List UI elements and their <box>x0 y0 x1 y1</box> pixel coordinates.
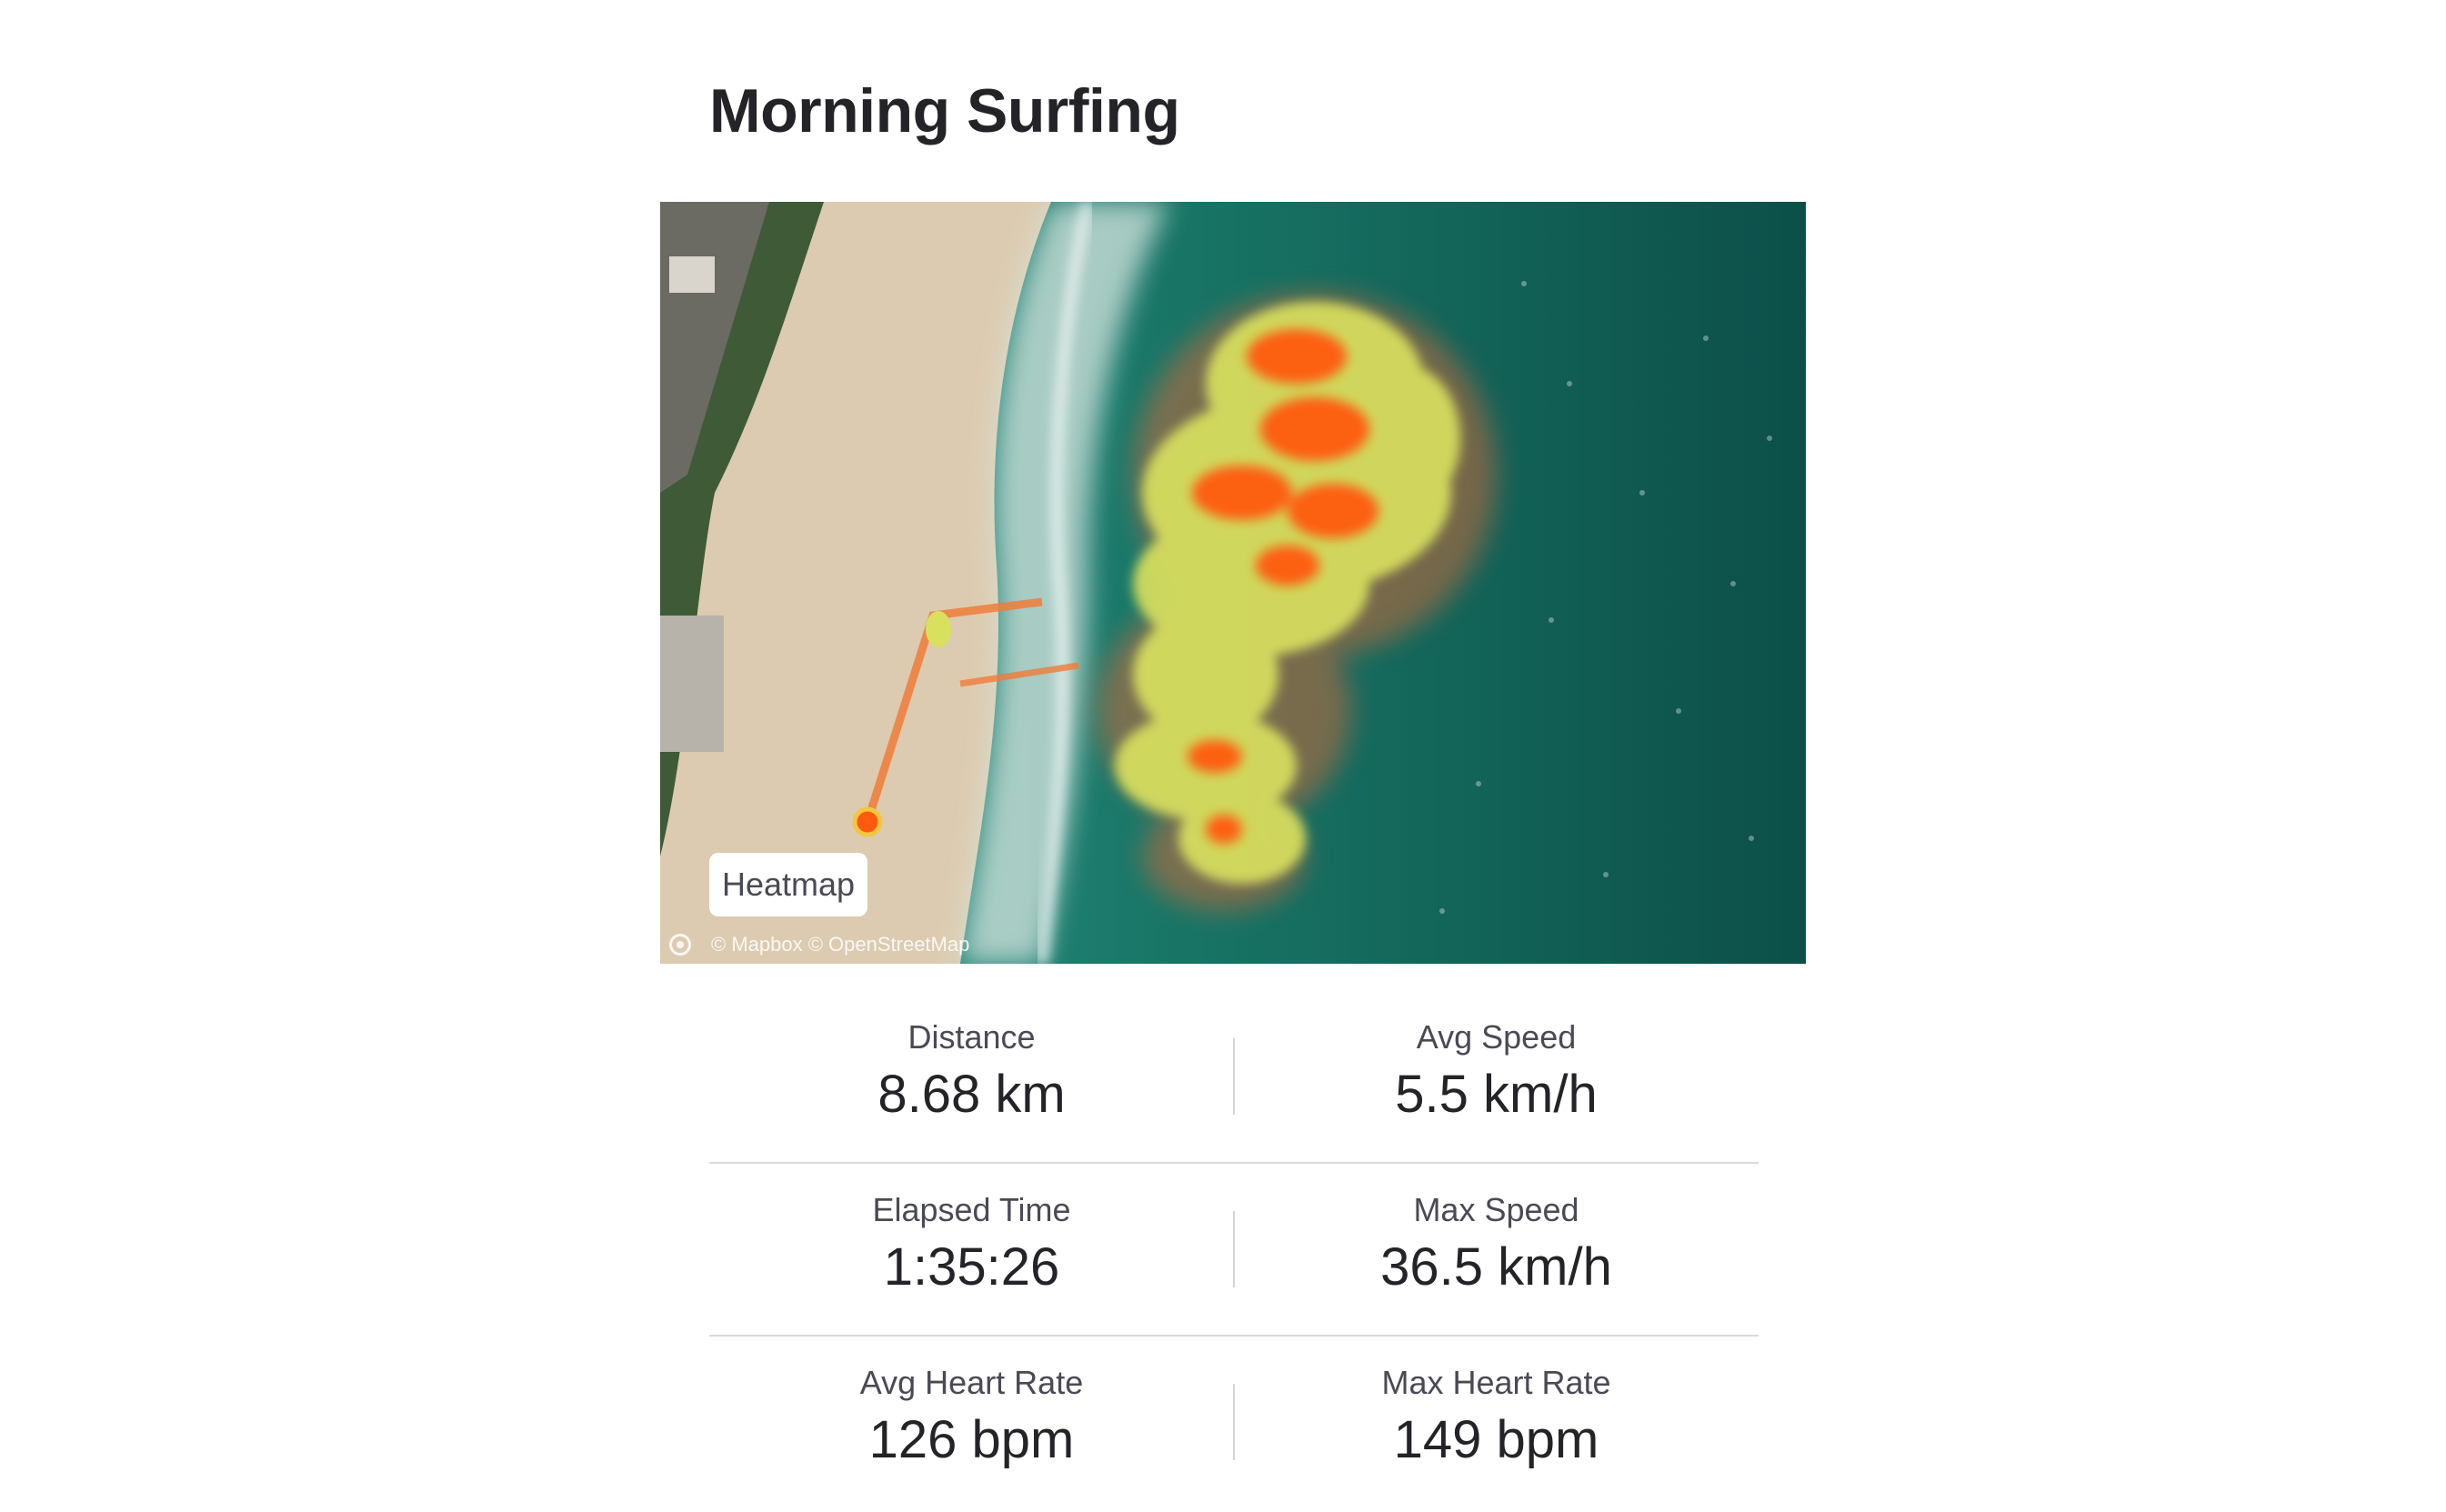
mapbox-logo-icon[interactable] <box>669 934 691 956</box>
stats-row-time-max-speed: Elapsed Time 1:35:26 Max Speed 36.5 km/h <box>709 1164 1759 1337</box>
satellite-heatmap-image <box>660 202 1806 964</box>
stat-value: 8.68 km <box>877 1065 1066 1124</box>
stat-value: 36.5 km/h <box>1380 1237 1612 1297</box>
activity-map[interactable]: Heatmap © Mapbox © OpenStreetMap <box>660 202 1806 964</box>
stat-label: Elapsed Time <box>872 1191 1071 1228</box>
stat-avg-heart-rate: Avg Heart Rate 126 bpm <box>709 1337 1234 1509</box>
attribution-text[interactable]: © Mapbox © OpenStreetMap <box>711 933 969 956</box>
map-attribution: © Mapbox © OpenStreetMap <box>669 929 969 960</box>
heatmap-toggle-button[interactable]: Heatmap <box>709 853 868 916</box>
page-title: Morning Surfing <box>709 76 1180 145</box>
stat-value: 5.5 km/h <box>1395 1065 1598 1124</box>
activity-stats: Distance 8.68 km Avg Speed 5.5 km/h Elap… <box>709 991 1759 1509</box>
stat-max-heart-rate: Max Heart Rate 149 bpm <box>1234 1337 1759 1509</box>
stat-distance: Distance 8.68 km <box>709 991 1234 1162</box>
stat-label: Max Speed <box>1413 1191 1579 1228</box>
stat-avg-speed: Avg Speed 5.5 km/h <box>1234 991 1759 1162</box>
stats-row-distance-speed: Distance 8.68 km Avg Speed 5.5 km/h <box>709 991 1759 1164</box>
stat-max-speed: Max Speed 36.5 km/h <box>1234 1164 1759 1335</box>
stat-label: Avg Speed <box>1416 1018 1577 1056</box>
stat-label: Avg Heart Rate <box>859 1364 1084 1401</box>
stat-label: Max Heart Rate <box>1381 1364 1611 1401</box>
stat-value: 126 bpm <box>868 1410 1075 1469</box>
stat-value: 149 bpm <box>1393 1410 1599 1469</box>
stat-value: 1:35:26 <box>883 1237 1060 1297</box>
stat-label: Distance <box>907 1018 1036 1056</box>
stats-row-heart-rate: Avg Heart Rate 126 bpm Max Heart Rate 14… <box>709 1337 1759 1509</box>
stat-elapsed-time: Elapsed Time 1:35:26 <box>709 1164 1234 1335</box>
